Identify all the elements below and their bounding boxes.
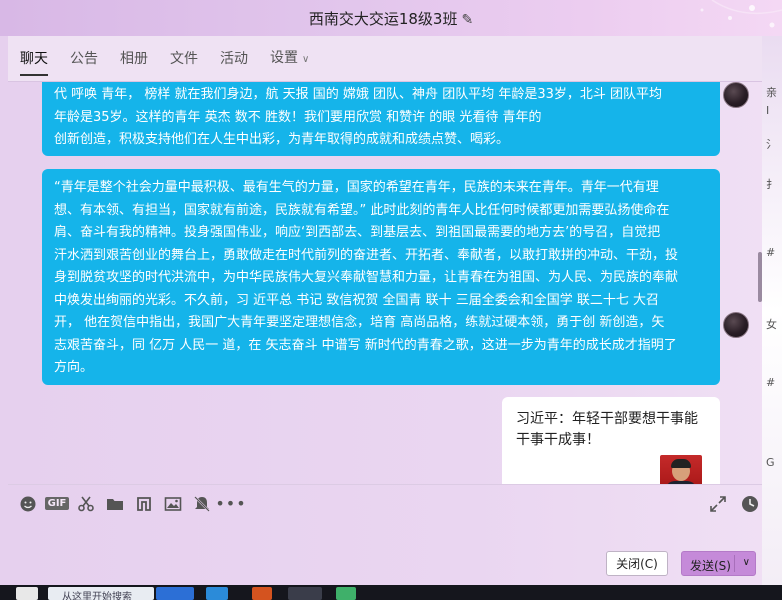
emoji-icon[interactable] [18, 494, 38, 514]
taskbar-app-icon[interactable] [288, 587, 322, 600]
close-button-label: 关闭(C) [616, 557, 658, 571]
history-clock-icon[interactable] [740, 494, 760, 514]
input-toolbar: GIF ••• [8, 484, 762, 522]
chevron-down-icon: ∨ [302, 53, 310, 65]
taskbar-app-icon[interactable] [252, 587, 272, 600]
gif-label: GIF [44, 497, 70, 510]
os-taskbar: 从这里开始搜索 [0, 585, 782, 600]
folder-icon[interactable] [105, 494, 125, 514]
tab-files[interactable]: 文件 [170, 36, 198, 82]
tab-settings-label: 设置 [270, 49, 298, 66]
message-line: 中焕发出绚丽的光彩。不久前，习 近平总 书记 致信祝贺 全国青 联十 三届全委会… [54, 292, 660, 308]
message-line: 年龄是35岁。这样的青年 英杰 数不 胜数！我们要用欣赏 和赞许 的眼 光看待 … [54, 109, 542, 125]
title-wrap: 西南交大交运18级3班 ✎ [0, 8, 782, 29]
message-line: 志艰苦奋斗，同 亿万 人民一 道，在 矢志奋斗 中谱写 新时代的青春之歌，这进一… [54, 337, 677, 353]
article-thumbnail [660, 455, 702, 484]
taskbar-app-icon[interactable] [206, 587, 228, 600]
message-line: 代 呼唤 青年， 榜样 就在我们身边，航 天报 国的 嫦娥 团队、神舟 团队平均… [54, 87, 662, 102]
image-icon[interactable] [163, 494, 183, 514]
article-title-line: 习近平：年轻干部要想干事能 [516, 411, 698, 427]
start-icon[interactable] [16, 587, 38, 600]
taskbar-app-icon[interactable] [156, 587, 194, 600]
message-bubble[interactable]: 代 呼唤 青年， 榜样 就在我们身边，航 天报 国的 嫦娥 团队、神舟 团队平均… [42, 82, 720, 156]
send-button-label: 发送(S) [690, 559, 731, 573]
gif-icon[interactable]: GIF [44, 494, 70, 514]
message-line: 开， 他在贺信中指出，我国广大青年要坚定理想信念，培育 高尚品格，练就过硬本领，… [54, 315, 665, 330]
taskbar-app-icon[interactable] [336, 587, 356, 600]
tab-album[interactable]: 相册 [120, 36, 148, 82]
tab-activity[interactable]: 活动 [220, 36, 248, 82]
taskbar-search-text: 从这里开始搜索 [62, 592, 132, 600]
tab-files-label: 文件 [170, 50, 198, 67]
side-panel-edge: 亲 I 氵 扌 # 女 # G [762, 36, 782, 585]
article-card[interactable]: 习近平：年轻干部要想干事能 干事干成事！ [502, 397, 720, 484]
title-bar: 西南交大交运18级3班 ✎ [0, 0, 782, 36]
send-divider [734, 555, 735, 572]
tab-bar: 聊天 公告 相册 文件 活动 设置 ∨ [8, 36, 762, 82]
tab-chat[interactable]: 聊天 [20, 36, 48, 82]
tab-announcement[interactable]: 公告 [70, 36, 98, 82]
side-char: 氵 [766, 138, 777, 151]
more-icon[interactable]: ••• [215, 494, 245, 514]
expand-icon[interactable] [708, 494, 728, 514]
tab-album-label: 相册 [120, 50, 148, 67]
message-list[interactable]: 代 呼唤 青年， 榜样 就在我们身边，航 天报 国的 嫦娥 团队、神舟 团队平均… [8, 82, 762, 484]
message-bubble[interactable]: “青年是整个社会力量中最积极、最有生气的力量，国家的希望在青年，民族的未来在青年… [42, 169, 720, 385]
side-char: 亲 [766, 86, 777, 99]
message-line: 创新创造，积极支持他们在人生中出彩，为青年取得的成就和成绩点赞、喝彩。 [54, 132, 510, 147]
message-line: 汗水洒到艰苦创业的舞台上，勇敢做走在时代前列的奋进者、开拓者、奉献者，以敢打敢拼… [54, 247, 679, 263]
thumb-hair [671, 459, 691, 468]
taskbar-search-box[interactable]: 从这里开始搜索 [48, 587, 154, 600]
message-line: 方向。 [54, 360, 94, 375]
message-line: 肩、奋斗有我的精神。投身强国伟业，响应‘到西部去、到基层去、到祖国最需要的地方去… [54, 225, 661, 240]
tab-activity-label: 活动 [220, 50, 248, 67]
side-char: 扌 [766, 178, 777, 191]
scissors-icon[interactable] [76, 494, 96, 514]
message-line: “青年是整个社会力量中最积极、最有生气的力量，国家的希望在青年，民族的未来在青年… [54, 180, 659, 195]
send-options-chevron-icon[interactable]: ∨ [743, 557, 750, 568]
system-tray[interactable] [670, 587, 760, 600]
message-line: 身到脱贫攻坚的时代洪流中，为中华民族伟大复兴奉献智慧和力量，让青春在为祖国、为人… [54, 270, 679, 285]
tab-chat-label: 聊天 [20, 50, 48, 67]
side-char: I [766, 104, 770, 117]
tab-settings[interactable]: 设置 ∨ [270, 35, 309, 83]
side-char: G [766, 456, 775, 469]
close-button[interactable]: 关闭(C) [606, 551, 668, 576]
edit-title-icon[interactable]: ✎ [461, 12, 473, 28]
side-char: 女 [766, 318, 777, 331]
mute-bell-icon[interactable] [192, 494, 212, 514]
tab-announcement-label: 公告 [70, 50, 98, 67]
avatar[interactable] [723, 312, 749, 338]
side-char: # [766, 246, 776, 259]
chat-window: 西南交大交运18级3班 ✎ 聊天 公告 相册 文件 活动 设置 ∨ 代 呼唤 青年，… [0, 0, 782, 585]
music-icon[interactable] [134, 494, 154, 514]
side-char: # [766, 376, 776, 389]
message-line: 想、有本领、有担当，国家就有前途，民族就有希望。” 此时此刻的青年人比任何时候都… [54, 202, 670, 218]
group-title: 西南交大交运18级3班 [308, 10, 458, 28]
article-title-line: 干事干成事！ [516, 432, 600, 448]
avatar[interactable] [723, 82, 749, 108]
send-button[interactable]: 发送(S) ∨ [681, 551, 756, 576]
